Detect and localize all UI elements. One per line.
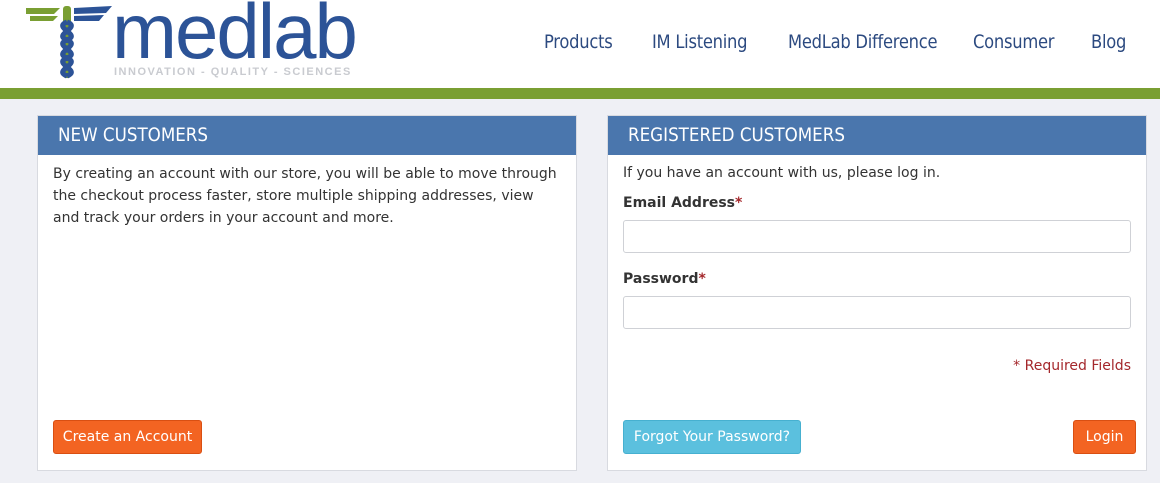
header-divider — [0, 88, 1160, 99]
registered-customers-title: REGISTERED CUSTOMERS — [628, 124, 845, 146]
nav-item-products[interactable]: Products — [544, 31, 613, 53]
registered-customers-panel: REGISTERED CUSTOMERS If you have an acco… — [607, 115, 1147, 471]
password-field[interactable] — [623, 296, 1131, 329]
nav-item-medlab-difference[interactable]: MedLab Difference — [788, 31, 938, 53]
email-label: Email Address* — [623, 195, 742, 211]
nav-item-consumer[interactable]: Consumer — [973, 31, 1055, 53]
registered-customers-heading: REGISTERED CUSTOMERS — [608, 116, 1146, 155]
password-label: Password* — [623, 271, 706, 287]
email-field[interactable] — [623, 220, 1131, 253]
nav-item-im-listening[interactable]: IM Listening — [652, 31, 748, 53]
main-nav: Products IM Listening MedLab Difference … — [0, 31, 1160, 61]
new-customers-title: NEW CUSTOMERS — [58, 124, 209, 146]
create-account-button[interactable]: Create an Account — [53, 420, 202, 454]
forgot-password-button[interactable]: Forgot Your Password? — [623, 420, 801, 454]
logo-tagline: INNOVATION - QUALITY - SCIENCES — [114, 66, 352, 78]
password-label-text: Password — [623, 271, 699, 287]
nav-item-blog[interactable]: Blog — [1091, 31, 1126, 53]
required-fields-note: * Required Fields — [1013, 358, 1131, 374]
required-marker: * — [698, 271, 706, 287]
email-label-text: Email Address — [623, 195, 736, 211]
new-customers-heading: NEW CUSTOMERS — [38, 116, 576, 155]
new-customers-description: By creating an account with our store, y… — [53, 166, 557, 226]
login-button[interactable]: Login — [1073, 420, 1136, 454]
new-customers-panel: NEW CUSTOMERS By creating an account wit… — [37, 115, 577, 471]
site-header: medlab INNOVATION - QUALITY - SCIENCES P… — [0, 0, 1160, 88]
required-marker: * — [735, 195, 743, 211]
login-intro: If you have an account with us, please l… — [623, 165, 941, 181]
